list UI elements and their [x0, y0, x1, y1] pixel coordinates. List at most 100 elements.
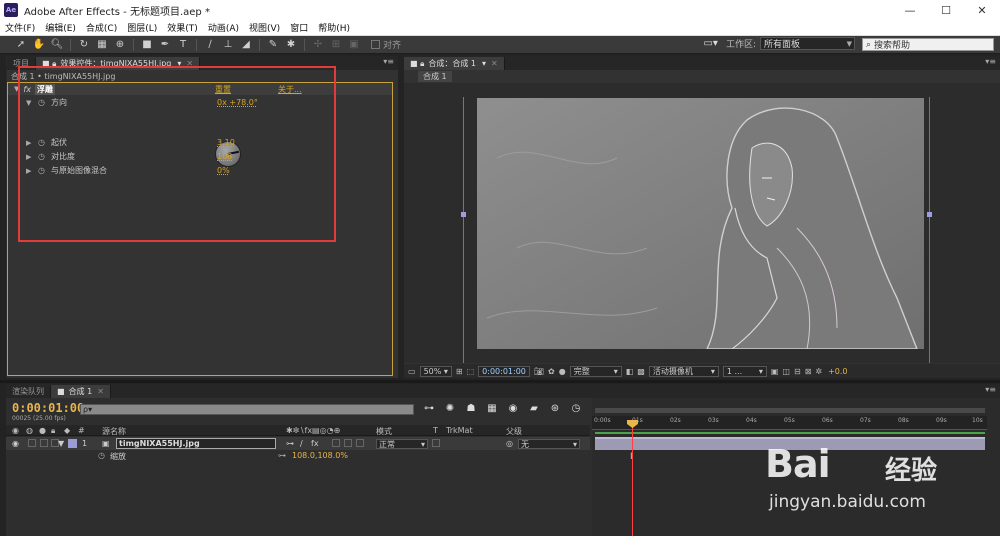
mask-toggle-icon[interactable]: ⬚: [467, 367, 475, 376]
expand-triangle-icon[interactable]: ▶: [26, 153, 34, 161]
layer-duration-bar[interactable]: [595, 437, 985, 450]
column-source-name[interactable]: 源名称: [102, 426, 126, 437]
panel-toggle-icon[interactable]: ▭▾: [703, 38, 717, 49]
reset-button[interactable]: 重置: [215, 84, 231, 95]
lock-icon[interactable]: ■ 🔒︎: [410, 59, 424, 69]
constrain-proportions-icon[interactable]: ⊶: [278, 451, 286, 460]
menu-composition[interactable]: 合成(C): [81, 21, 122, 34]
chevron-down-icon[interactable]: ▾: [177, 59, 181, 68]
composition-viewer[interactable]: [404, 83, 1000, 363]
close-icon[interactable]: ✕: [97, 387, 104, 396]
stopwatch-icon[interactable]: ◷: [38, 152, 45, 161]
embossed-photo[interactable]: [477, 98, 924, 349]
keyframe-marker-icon[interactable]: I: [630, 452, 633, 462]
close-icon[interactable]: ✕: [491, 59, 498, 68]
comp-mini-flowchart-icon[interactable]: ⊶: [420, 401, 438, 415]
stopwatch-icon[interactable]: ◷: [38, 98, 45, 107]
maximize-button[interactable]: ☐: [928, 0, 964, 20]
layer-number-icon[interactable]: #: [78, 426, 85, 435]
menu-edit[interactable]: 编辑(E): [40, 21, 81, 34]
shy-layers-icon[interactable]: ☗: [462, 401, 480, 415]
exposure-reset-icon[interactable]: ✲: [815, 367, 822, 376]
close-icon[interactable]: ✕: [186, 59, 193, 68]
rotate-tool-icon[interactable]: ↻: [75, 37, 93, 53]
clone-stamp-tool-icon[interactable]: ⊥: [219, 37, 237, 53]
layer-search-input[interactable]: ρ▾: [80, 404, 414, 415]
work-area-bar[interactable]: [595, 408, 985, 413]
rectangle-tool-icon[interactable]: ■: [138, 37, 156, 53]
flowchart-icon[interactable]: ⊠: [805, 367, 812, 376]
tab-project[interactable]: 项目: [7, 57, 36, 70]
time-ruler[interactable]: 0:00s 01s 02s 03s 04s 05s 06s 07s 08s 09…: [592, 416, 987, 430]
zoom-tool-icon[interactable]: 🔍︎: [48, 37, 66, 53]
pen-tool-icon[interactable]: ✒: [156, 37, 174, 53]
column-mode[interactable]: 模式: [376, 426, 392, 437]
menu-file[interactable]: 文件(F): [0, 21, 40, 34]
transparency-grid-icon[interactable]: ▩: [637, 367, 645, 376]
motion-blur-icon[interactable]: ◉: [504, 401, 522, 415]
property-value[interactable]: 0%: [217, 166, 230, 175]
timeline-graph-area[interactable]: 0:00s 01s 02s 03s 04s 05s 06s 07s 08s 09…: [592, 398, 1000, 536]
close-button[interactable]: ✕: [964, 0, 1000, 20]
solo-toggle[interactable]: [40, 439, 48, 447]
blend-switch[interactable]: [332, 439, 340, 447]
snap-checkbox[interactable]: [371, 40, 380, 49]
region-of-interest-icon[interactable]: ◧: [626, 367, 634, 376]
brush-tool-icon[interactable]: ∕: [201, 37, 219, 53]
stopwatch-icon[interactable]: ◷: [38, 166, 45, 175]
tab-composition[interactable]: ■ 🔒︎ 合成：合成 1 ▾ ✕: [404, 57, 505, 70]
switches-column-icons[interactable]: ✱✼∖fx▤◎◔⊕: [286, 426, 340, 435]
column-parent[interactable]: 父级: [506, 426, 522, 437]
fx-badge[interactable]: fx: [23, 85, 31, 94]
chevron-down-icon[interactable]: ▾: [482, 59, 486, 68]
fast-preview-icon[interactable]: ◫: [782, 367, 790, 376]
panel-menu-icon[interactable]: ▾≡: [985, 385, 996, 394]
frame-handle-left[interactable]: [461, 212, 466, 217]
tab-render-queue[interactable]: 渲染队列: [6, 385, 51, 398]
always-preview-icon[interactable]: ▭: [408, 367, 416, 376]
tab-comp-1[interactable]: ■ 合成 1 ✕: [51, 385, 111, 398]
layer-label-color[interactable]: [68, 439, 77, 448]
menu-effect[interactable]: 效果(T): [162, 21, 203, 34]
eraser-tool-icon[interactable]: ◢: [237, 37, 255, 53]
menu-animation[interactable]: 动画(A): [203, 21, 244, 34]
fx-switch-icon[interactable]: fx: [311, 439, 319, 448]
menu-help[interactable]: 帮助(H): [313, 21, 355, 34]
timeline-current-time[interactable]: 0:00:01:00: [12, 401, 84, 415]
collapse-triangle-icon[interactable]: ▼: [14, 85, 19, 93]
graph-editor-icon[interactable]: ▰: [525, 401, 543, 415]
frame-handle-right[interactable]: [927, 212, 932, 217]
tab-effect-controls[interactable]: ■ 🔒︎ 效果控件：timgNIXA55HJ.jpg ▾ ✕: [36, 57, 201, 70]
eye-icon[interactable]: ◉: [12, 439, 19, 448]
composition-subtab[interactable]: 合成 1: [418, 71, 452, 82]
3d-layer-switch[interactable]: [356, 439, 364, 447]
pan-behind-tool-icon[interactable]: ⊕: [111, 37, 129, 53]
timeline-toggle-icon[interactable]: ⊟: [794, 367, 801, 376]
label-color-icon[interactable]: ◆: [64, 426, 70, 435]
panel-menu-icon[interactable]: ▾≡: [383, 57, 394, 66]
brainstorm-icon[interactable]: ⊛: [546, 401, 564, 415]
resolution-select[interactable]: 完整 ▾: [569, 365, 622, 377]
hand-tool-icon[interactable]: ✋: [30, 37, 48, 53]
lock-column-icon[interactable]: 🔒︎: [51, 426, 55, 436]
expand-triangle-icon[interactable]: ▼: [58, 439, 64, 448]
about-button[interactable]: 关于...: [278, 84, 302, 95]
camera-select[interactable]: 活动摄像机 ▾: [648, 365, 719, 377]
show-snapshot-icon[interactable]: ✿: [548, 367, 555, 376]
mode-select[interactable]: 正常 ▾: [376, 439, 428, 449]
camera-tool-icon[interactable]: ▦: [93, 37, 111, 53]
lock-icon[interactable]: ■ 🔒︎: [42, 59, 56, 69]
property-value[interactable]: 3.10: [217, 138, 235, 147]
grid-toggle-icon[interactable]: ⊞: [456, 367, 463, 376]
toggle-pixel-aspect-icon[interactable]: ▣: [771, 367, 779, 376]
property-value[interactable]: 0x +78.0°: [217, 98, 258, 107]
minimize-button[interactable]: —: [892, 0, 928, 20]
channel-icon[interactable]: ●: [559, 367, 566, 376]
column-trkmat[interactable]: TrkMat: [446, 426, 473, 435]
stopwatch-icon[interactable]: ◷: [567, 401, 585, 415]
playhead-line[interactable]: [632, 420, 633, 536]
stopwatch-icon[interactable]: ◷: [98, 451, 105, 460]
workspace-select[interactable]: 所有面板 ▼: [760, 37, 855, 50]
menu-layer[interactable]: 图层(L): [122, 21, 162, 34]
property-value[interactable]: 108: [217, 152, 232, 161]
